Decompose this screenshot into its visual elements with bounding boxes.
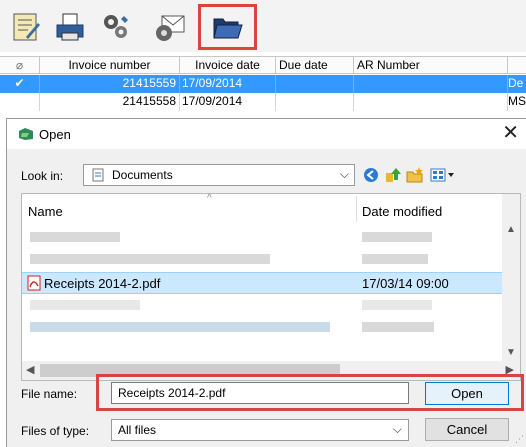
- pdf-file-icon: [27, 275, 41, 291]
- main-toolbar: [0, 0, 526, 52]
- redacted-date: [362, 254, 428, 264]
- column-name[interactable]: Name: [28, 204, 63, 219]
- sort-ascending-icon: ^: [207, 193, 212, 204]
- table-row[interactable]: ✔ 21415559 17/09/2014 De: [0, 75, 526, 93]
- dialog-title: Open: [39, 127, 71, 142]
- back-button[interactable]: [361, 165, 381, 185]
- row-indicator: [0, 93, 40, 111]
- redacted-name: [30, 300, 140, 310]
- grid-header: ⌀ Invoice number Invoice date Due date A…: [0, 56, 526, 74]
- extra-cell: MS: [508, 94, 526, 108]
- filename-open-highlight: [96, 374, 524, 411]
- col-due-date[interactable]: Due date: [276, 57, 354, 73]
- file-date: 17/03/14 09:00: [362, 276, 449, 291]
- up-folder-icon: [386, 168, 401, 182]
- toolbar-highlight: [198, 4, 257, 50]
- invoice-date-cell: 17/09/2014: [180, 93, 276, 111]
- table-row[interactable]: 21415558 17/09/2014 MS: [0, 93, 526, 111]
- list-item-receipts-pdf[interactable]: Receipts 2014-2.pdf 17/03/14 09:00: [22, 272, 502, 294]
- mail-button[interactable]: [150, 6, 190, 48]
- due-date-cell: [276, 75, 354, 93]
- list-item[interactable]: [22, 316, 502, 338]
- redacted-name: [30, 322, 330, 332]
- invoice-date-cell: 17/09/2014: [180, 75, 276, 93]
- files-of-type-label: Files of type:: [21, 424, 90, 438]
- look-in-dropdown[interactable]: Documents ⌵: [83, 164, 355, 186]
- redacted-date: [362, 232, 432, 242]
- file-list-header: ^ Name Date modified: [22, 194, 502, 224]
- redacted-name: [30, 254, 270, 264]
- look-in-value: Documents: [112, 168, 173, 182]
- tools-icon: [104, 15, 128, 38]
- paperclip-icon: ⌀: [15, 58, 24, 72]
- tools-button[interactable]: [96, 6, 136, 48]
- documents-folder-icon: [92, 168, 104, 182]
- report-button[interactable]: [6, 6, 46, 48]
- due-date-cell: [276, 93, 354, 111]
- close-icon[interactable]: ✕: [502, 122, 519, 144]
- check-icon: ✔: [0, 75, 40, 93]
- chevron-down-icon: ⌵: [339, 167, 349, 181]
- report-icon: [13, 13, 40, 41]
- cancel-button[interactable]: Cancel: [425, 418, 509, 441]
- print-button[interactable]: [50, 6, 90, 48]
- list-item[interactable]: [22, 294, 502, 316]
- invoice-grid: ⌀ Invoice number Invoice date Due date A…: [0, 56, 526, 116]
- col-ar-number[interactable]: AR Number: [354, 57, 508, 73]
- files-of-type-dropdown[interactable]: All files ⌵: [111, 419, 409, 441]
- file-name-label: File name:: [21, 387, 78, 401]
- app-icon: [19, 128, 33, 140]
- mail-icon: [156, 15, 185, 41]
- new-folder-button[interactable]: [405, 165, 425, 185]
- printer-icon: [56, 13, 84, 41]
- redacted-date: [362, 322, 434, 332]
- file-name: Receipts 2014-2.pdf: [44, 276, 161, 291]
- vertical-scrollbar[interactable]: ▲ ▼: [502, 194, 520, 362]
- view-menu-icon: [430, 168, 454, 182]
- dialog-titlebar: Open ✕: [7, 119, 526, 149]
- files-of-type-value: All files: [118, 423, 157, 437]
- col-invoice-number[interactable]: Invoice number: [40, 57, 180, 73]
- scroll-down-icon[interactable]: ▼: [506, 347, 516, 358]
- scroll-left-icon[interactable]: ◀: [26, 363, 34, 376]
- ar-number-cell: [354, 75, 508, 93]
- view-menu-button[interactable]: [429, 165, 457, 185]
- column-separator: [356, 196, 357, 222]
- chevron-down-icon: ⌵: [392, 422, 402, 436]
- up-folder-button[interactable]: [383, 165, 403, 185]
- ar-number-cell: [354, 93, 508, 111]
- redacted-name: [30, 232, 120, 242]
- scroll-up-icon[interactable]: ▲: [506, 224, 516, 235]
- invoice-number-cell: 21415559: [40, 75, 180, 93]
- attachment-column[interactable]: ⌀: [0, 57, 40, 73]
- list-item[interactable]: [22, 248, 502, 270]
- new-folder-icon: [406, 167, 423, 183]
- open-dialog: Open ✕ Look in: Documents ⌵ ^ Name Date …: [6, 118, 526, 447]
- file-list[interactable]: ^ Name Date modified Receipts 2014-2.pdf…: [21, 193, 521, 381]
- look-in-label: Look in:: [21, 169, 64, 183]
- redacted-date: [362, 300, 432, 310]
- invoice-number-cell: 21415558: [40, 93, 180, 111]
- col-invoice-date[interactable]: Invoice date: [180, 57, 276, 73]
- back-arrow-icon: [364, 168, 378, 182]
- extra-cell: De: [508, 76, 524, 90]
- column-date-modified[interactable]: Date modified: [362, 204, 442, 219]
- list-item[interactable]: [22, 226, 502, 248]
- resize-grip-icon[interactable]: ⋰: [515, 434, 524, 445]
